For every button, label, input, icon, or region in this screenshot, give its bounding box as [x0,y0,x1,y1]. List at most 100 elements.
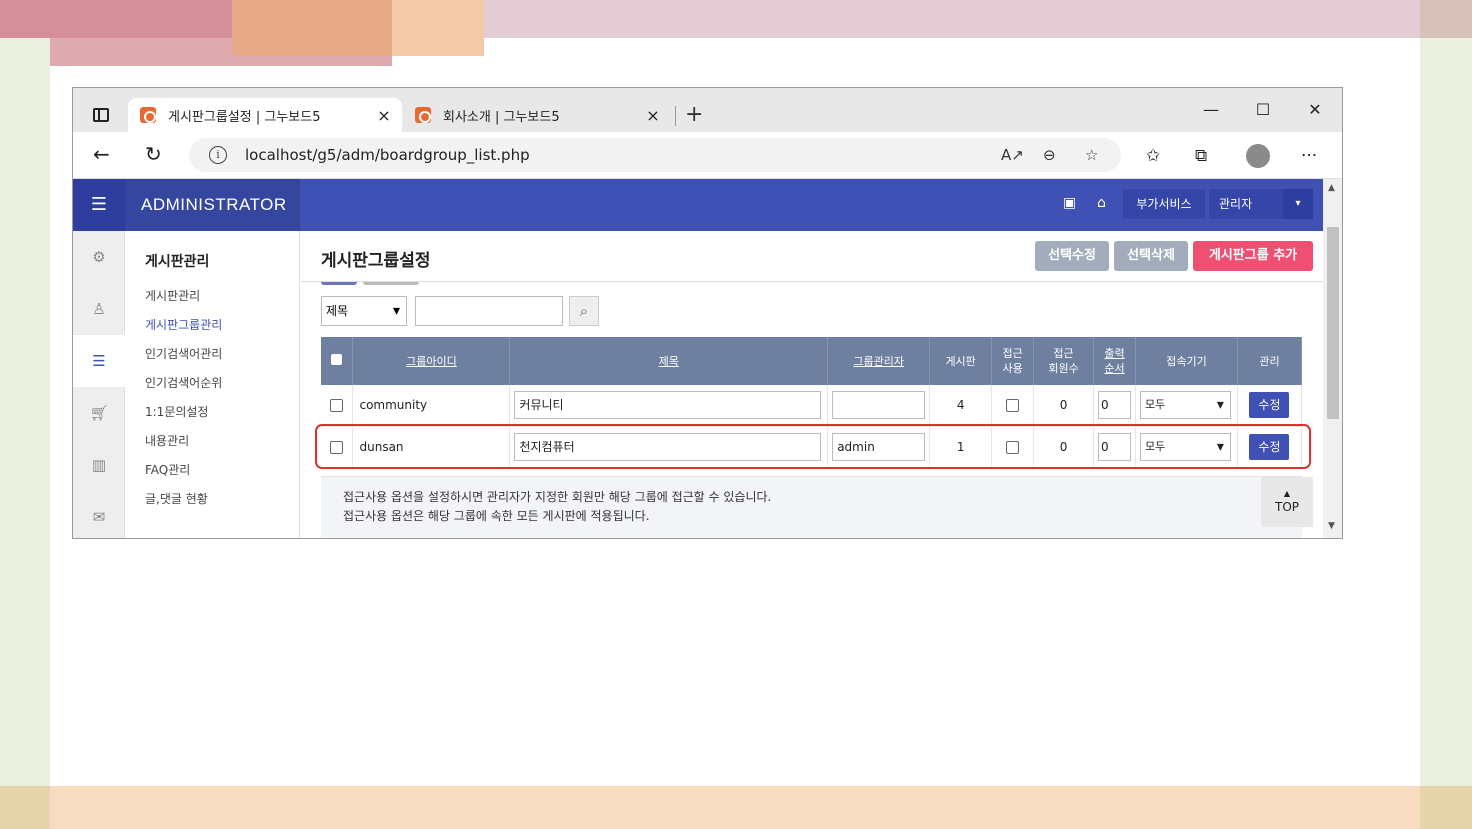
tab-boardgroup[interactable]: 게시판그룹설정 | 그누보드5 × [128,98,402,132]
board-list-icon[interactable]: ☰ [73,335,125,387]
scroll-thumb[interactable] [1327,227,1339,419]
search-input[interactable] [415,296,563,326]
group-admin-input[interactable] [832,391,926,420]
addon-services-button[interactable]: 부가서비스 [1123,189,1205,219]
home-icon[interactable]: ⌂ [1097,195,1106,211]
menu-toggle-icon[interactable]: ☰ [73,179,125,231]
cart-icon[interactable]: 🛒︎ [73,387,125,439]
url-text[interactable]: localhost/g5/adm/boardgroup_list.php [245,146,530,164]
device-cell: 모두 [1135,385,1238,427]
tab-actions-icon[interactable] [93,108,109,122]
zoom-out-icon[interactable]: ⊖ [1043,146,1056,164]
header-subject[interactable]: 제목 [509,337,829,385]
divider [301,281,1323,282]
scroll-top-button[interactable]: ▲ TOP [1261,477,1313,527]
order-input[interactable]: 0 [1098,391,1131,420]
slide-decoration [1420,786,1472,829]
refresh-icon[interactable]: ↻ [145,142,162,166]
settings-icon[interactable]: ⚙ [73,231,125,283]
profile-avatar[interactable] [1246,144,1270,168]
main-content: 게시판그룹설정 선택수정 선택삭제 게시판그룹 추가 제목 ▾ ⌕ 그룹아이디 … [301,231,1323,538]
group-admin-input[interactable]: admin [832,432,926,461]
page-scrollbar[interactable]: ▲ ▼ [1323,179,1342,538]
sidebar: 게시판관리 게시판관리 게시판그룹관리 인기검색어관리 인기검색어순위 1:1문… [125,231,300,538]
more-options-icon[interactable]: ··· [1301,146,1317,166]
minimize-button[interactable]: — [1201,100,1221,119]
select-edit-button[interactable]: 선택수정 [1035,241,1109,271]
sidebar-item-keyword-rank[interactable]: 인기검색어순위 [145,374,222,391]
row-checkbox[interactable] [330,399,344,413]
read-aloud-icon[interactable]: A↗ [1001,146,1024,164]
admin-page: ☰ ADMINISTRATOR ▣ ⌂ 부가서비스 관리자 ▾ ⚙ ♙ ☰ 🛒︎… [73,179,1323,538]
edit-button[interactable]: 수정 [1249,433,1290,460]
sidebar-item-boardgroup[interactable]: 게시판그룹관리 [145,316,222,333]
site-favicon-icon [415,107,431,123]
maximize-button[interactable]: ☐ [1253,100,1273,119]
notice-line: 접근사용 옵션은 해당 그룹에 속한 모든 게시판에 적용됩니다. [343,509,650,523]
subject-input[interactable]: 커뮤니티 [514,391,822,420]
sidebar-item-popular-keywords[interactable]: 인기검색어관리 [145,345,222,362]
table-row: community 커뮤니티 4 0 0 모두 수정 [321,385,1303,427]
search-field-select[interactable]: 제목 ▾ [321,296,407,326]
subject-input[interactable]: 천지컴퓨터 [514,432,822,461]
access-use-checkbox[interactable] [1006,440,1020,454]
admin-dropdown-icon[interactable]: ▾ [1283,189,1313,219]
add-group-button[interactable]: 게시판그룹 추가 [1193,241,1313,271]
header-group-id[interactable]: 그룹아이디 [352,337,511,385]
admin-menu-button[interactable]: 관리자 [1209,189,1283,219]
row-checkbox[interactable] [330,440,344,454]
board-count-cell: 4 [929,385,993,427]
site-info-icon[interactable]: i [209,146,227,164]
stats-icon[interactable]: ▥ [73,439,125,491]
sidebar-item-qa-config[interactable]: 1:1문의설정 [145,403,208,420]
mail-icon[interactable]: ✉ [73,491,125,538]
scroll-down-icon[interactable]: ▼ [1328,521,1335,531]
search-icon[interactable]: ⌕ [569,296,599,326]
device-select[interactable]: 모두 [1140,391,1231,420]
add-favorite-icon[interactable]: ☆ [1085,146,1098,164]
tab-bar: 게시판그룹설정 | 그누보드5 × 회사소개 | 그누보드5 × + — ☐ ✕ [73,88,1342,132]
shop-icon[interactable]: ▣ [1063,195,1076,211]
row-checkbox-cell [321,426,354,468]
close-tab-icon[interactable]: × [643,106,663,125]
select-all-checkbox[interactable] [331,353,343,365]
tab-company[interactable]: 회사소개 | 그누보드5 × [403,98,671,132]
favorites-icon[interactable]: ✩ [1146,146,1160,166]
scroll-up-icon[interactable]: ▲ [1328,183,1335,193]
header-group-admin[interactable]: 그룹관리자 [827,337,931,385]
close-window-button[interactable]: ✕ [1305,100,1325,119]
member-icon[interactable]: ♙ [73,283,125,335]
order-cell: 0 [1093,385,1136,427]
slide-decoration [50,786,1420,829]
sub-tab[interactable] [363,282,419,285]
admin-brand[interactable]: ADMINISTRATOR [125,179,300,231]
collections-icon[interactable]: ⧉ [1195,146,1207,166]
slide-decoration [0,0,232,38]
sub-tab[interactable] [321,282,357,285]
header-board-count: 게시판 [929,337,993,385]
manage-cell: 수정 [1237,426,1303,468]
url-field[interactable]: i localhost/g5/adm/boardgroup_list.php A… [189,138,1121,172]
slide-decoration [0,786,50,829]
select-delete-button[interactable]: 선택삭제 [1114,241,1188,271]
icon-rail: ⚙ ♙ ☰ 🛒︎ ▥ ✉ [73,231,125,538]
sidebar-item-faq[interactable]: FAQ관리 [145,461,190,478]
group-table: 그룹아이디 제목 그룹관리자 게시판 접근 사용 접근 회원수 출력 순서 접속기기 … [321,337,1303,468]
access-use-cell [991,426,1035,468]
access-use-cell [991,385,1035,427]
back-icon[interactable]: ← [93,142,110,166]
device-select[interactable]: 모두 [1140,432,1231,461]
new-tab-button[interactable]: + [685,102,703,127]
slide-decoration [0,38,50,829]
row-checkbox-cell [321,385,354,427]
order-input[interactable]: 0 [1098,432,1131,461]
sidebar-item-post-status[interactable]: 글,댓글 현황 [145,490,208,507]
access-use-checkbox[interactable] [1006,399,1020,413]
edit-button[interactable]: 수정 [1249,392,1290,419]
chevron-up-icon: ▲ [1283,489,1291,498]
sidebar-item-board[interactable]: 게시판관리 [145,287,200,304]
close-tab-icon[interactable]: × [374,106,394,125]
sidebar-item-content[interactable]: 내용관리 [145,432,189,449]
header-order[interactable]: 출력 순서 [1093,337,1136,385]
header-device: 접속기기 [1135,337,1238,385]
